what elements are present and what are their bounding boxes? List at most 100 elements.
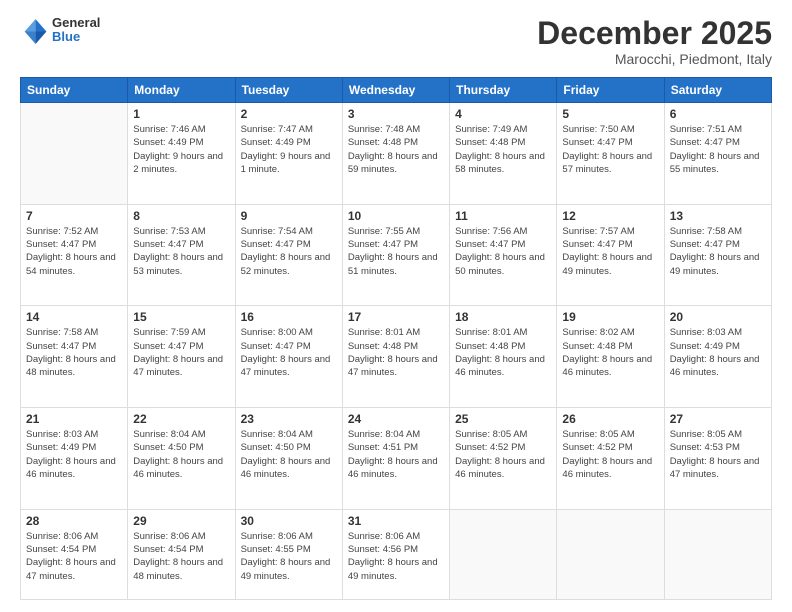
table-row (557, 509, 664, 599)
day-number: 19 (562, 310, 658, 324)
day-number: 30 (241, 514, 337, 528)
table-row: 29 Sunrise: 8:06 AM Sunset: 4:54 PM Dayli… (128, 509, 235, 599)
day-number: 12 (562, 209, 658, 223)
day-number: 27 (670, 412, 766, 426)
day-number: 10 (348, 209, 444, 223)
day-number: 21 (26, 412, 122, 426)
day-info: Sunrise: 8:01 AM Sunset: 4:48 PM Dayligh… (455, 326, 551, 379)
day-info: Sunrise: 8:05 AM Sunset: 4:52 PM Dayligh… (562, 428, 658, 481)
col-monday: Monday (128, 78, 235, 103)
day-info: Sunrise: 8:05 AM Sunset: 4:53 PM Dayligh… (670, 428, 766, 481)
table-row: 26 Sunrise: 8:05 AM Sunset: 4:52 PM Dayli… (557, 408, 664, 510)
day-number: 20 (670, 310, 766, 324)
day-info: Sunrise: 8:06 AM Sunset: 4:56 PM Dayligh… (348, 530, 444, 583)
title-block: December 2025 Marocchi, Piedmont, Italy (537, 16, 772, 67)
day-number: 31 (348, 514, 444, 528)
calendar-week-row: 21Sunrise: 8:03 AM Sunset: 4:49 PM Dayli… (21, 408, 772, 510)
table-row: 20 Sunrise: 8:03 AM Sunset: 4:49 PM Dayli… (664, 306, 771, 408)
table-row: 22Sunrise: 8:04 AM Sunset: 4:50 PM Dayli… (128, 408, 235, 510)
day-info: Sunrise: 8:03 AM Sunset: 4:49 PM Dayligh… (670, 326, 766, 379)
day-info: Sunrise: 7:49 AM Sunset: 4:48 PM Dayligh… (455, 123, 551, 176)
table-row: 11 Sunrise: 7:56 AM Sunset: 4:47 PM Dayli… (450, 204, 557, 306)
day-number: 2 (241, 107, 337, 121)
table-row: 12 Sunrise: 7:57 AM Sunset: 4:47 PM Dayli… (557, 204, 664, 306)
table-row: 19 Sunrise: 8:02 AM Sunset: 4:48 PM Dayli… (557, 306, 664, 408)
day-number: 29 (133, 514, 229, 528)
day-info: Sunrise: 7:56 AM Sunset: 4:47 PM Dayligh… (455, 225, 551, 278)
day-info: Sunrise: 8:06 AM Sunset: 4:54 PM Dayligh… (133, 530, 229, 583)
table-row: 16 Sunrise: 8:00 AM Sunset: 4:47 PM Dayli… (235, 306, 342, 408)
day-info: Sunrise: 8:04 AM Sunset: 4:50 PM Dayligh… (133, 428, 229, 481)
day-info: Sunrise: 7:57 AM Sunset: 4:47 PM Dayligh… (562, 225, 658, 278)
table-row: 7Sunrise: 7:52 AM Sunset: 4:47 PM Daylig… (21, 204, 128, 306)
day-number: 4 (455, 107, 551, 121)
day-number: 24 (348, 412, 444, 426)
day-info: Sunrise: 8:04 AM Sunset: 4:50 PM Dayligh… (241, 428, 337, 481)
day-info: Sunrise: 7:47 AM Sunset: 4:49 PM Dayligh… (241, 123, 337, 176)
day-number: 16 (241, 310, 337, 324)
table-row (21, 103, 128, 205)
day-info: Sunrise: 7:54 AM Sunset: 4:47 PM Dayligh… (241, 225, 337, 278)
day-number: 15 (133, 310, 229, 324)
day-number: 1 (133, 107, 229, 121)
day-info: Sunrise: 7:52 AM Sunset: 4:47 PM Dayligh… (26, 225, 122, 278)
table-row: 8Sunrise: 7:53 AM Sunset: 4:47 PM Daylig… (128, 204, 235, 306)
table-row: 4 Sunrise: 7:49 AM Sunset: 4:48 PM Daylig… (450, 103, 557, 205)
logo-blue-text: Blue (52, 30, 100, 44)
day-number: 5 (562, 107, 658, 121)
logo-text: General Blue (52, 16, 100, 45)
table-row: 3Sunrise: 7:48 AM Sunset: 4:48 PM Daylig… (342, 103, 449, 205)
month-title: December 2025 (537, 16, 772, 51)
day-info: Sunrise: 7:58 AM Sunset: 4:47 PM Dayligh… (670, 225, 766, 278)
table-row: 28 Sunrise: 8:06 AM Sunset: 4:54 PM Dayli… (21, 509, 128, 599)
table-row: 10 Sunrise: 7:55 AM Sunset: 4:47 PM Dayli… (342, 204, 449, 306)
day-info: Sunrise: 7:48 AM Sunset: 4:48 PM Dayligh… (348, 123, 444, 176)
table-row (450, 509, 557, 599)
day-number: 18 (455, 310, 551, 324)
day-info: Sunrise: 7:51 AM Sunset: 4:47 PM Dayligh… (670, 123, 766, 176)
location-subtitle: Marocchi, Piedmont, Italy (537, 51, 772, 67)
day-number: 6 (670, 107, 766, 121)
logo-icon (20, 16, 48, 44)
day-number: 8 (133, 209, 229, 223)
day-number: 11 (455, 209, 551, 223)
day-info: Sunrise: 8:01 AM Sunset: 4:48 PM Dayligh… (348, 326, 444, 379)
table-row (664, 509, 771, 599)
day-number: 25 (455, 412, 551, 426)
table-row: 18 Sunrise: 8:01 AM Sunset: 4:48 PM Dayli… (450, 306, 557, 408)
day-number: 9 (241, 209, 337, 223)
calendar-week-row: 7Sunrise: 7:52 AM Sunset: 4:47 PM Daylig… (21, 204, 772, 306)
col-wednesday: Wednesday (342, 78, 449, 103)
calendar-week-row: 28 Sunrise: 8:06 AM Sunset: 4:54 PM Dayli… (21, 509, 772, 599)
table-row: 13Sunrise: 7:58 AM Sunset: 4:47 PM Dayli… (664, 204, 771, 306)
day-info: Sunrise: 8:04 AM Sunset: 4:51 PM Dayligh… (348, 428, 444, 481)
day-number: 28 (26, 514, 122, 528)
table-row: 24 Sunrise: 8:04 AM Sunset: 4:51 PM Dayli… (342, 408, 449, 510)
table-row: 30Sunrise: 8:06 AM Sunset: 4:55 PM Dayli… (235, 509, 342, 599)
calendar-table: Sunday Monday Tuesday Wednesday Thursday… (20, 77, 772, 600)
table-row: 17Sunrise: 8:01 AM Sunset: 4:48 PM Dayli… (342, 306, 449, 408)
table-row: 21Sunrise: 8:03 AM Sunset: 4:49 PM Dayli… (21, 408, 128, 510)
day-number: 26 (562, 412, 658, 426)
day-number: 14 (26, 310, 122, 324)
day-info: Sunrise: 8:00 AM Sunset: 4:47 PM Dayligh… (241, 326, 337, 379)
day-info: Sunrise: 7:58 AM Sunset: 4:47 PM Dayligh… (26, 326, 122, 379)
day-info: Sunrise: 8:02 AM Sunset: 4:48 PM Dayligh… (562, 326, 658, 379)
logo-general-text: General (52, 16, 100, 30)
col-thursday: Thursday (450, 78, 557, 103)
calendar-week-row: 1 Sunrise: 7:46 AM Sunset: 4:49 PM Daylig… (21, 103, 772, 205)
col-friday: Friday (557, 78, 664, 103)
col-saturday: Saturday (664, 78, 771, 103)
calendar-week-row: 14 Sunrise: 7:58 AM Sunset: 4:47 PM Dayli… (21, 306, 772, 408)
col-sunday: Sunday (21, 78, 128, 103)
table-row: 27 Sunrise: 8:05 AM Sunset: 4:53 PM Dayli… (664, 408, 771, 510)
day-info: Sunrise: 7:50 AM Sunset: 4:47 PM Dayligh… (562, 123, 658, 176)
table-row: 5 Sunrise: 7:50 AM Sunset: 4:47 PM Daylig… (557, 103, 664, 205)
table-row: 25Sunrise: 8:05 AM Sunset: 4:52 PM Dayli… (450, 408, 557, 510)
calendar-header-row: Sunday Monday Tuesday Wednesday Thursday… (21, 78, 772, 103)
day-info: Sunrise: 7:55 AM Sunset: 4:47 PM Dayligh… (348, 225, 444, 278)
day-info: Sunrise: 8:06 AM Sunset: 4:54 PM Dayligh… (26, 530, 122, 583)
table-row: 1 Sunrise: 7:46 AM Sunset: 4:49 PM Daylig… (128, 103, 235, 205)
day-info: Sunrise: 7:46 AM Sunset: 4:49 PM Dayligh… (133, 123, 229, 176)
col-tuesday: Tuesday (235, 78, 342, 103)
